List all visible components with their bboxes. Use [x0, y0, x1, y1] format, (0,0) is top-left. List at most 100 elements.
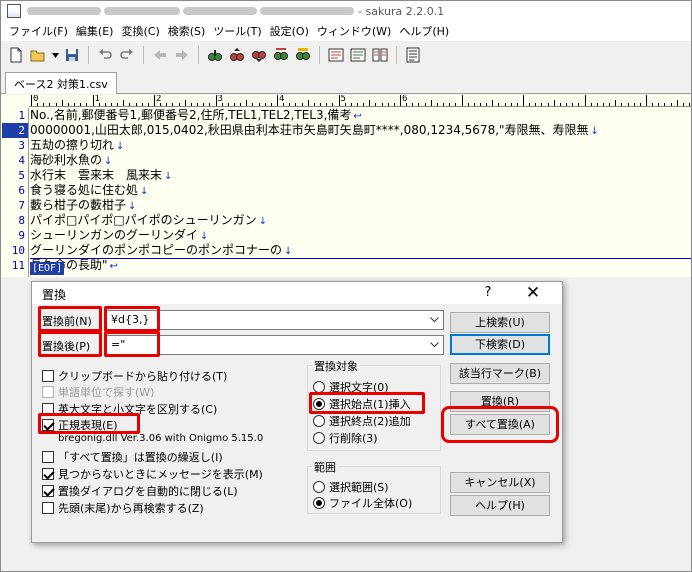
ruler-tick	[356, 103, 358, 106]
ruler-tick	[566, 103, 568, 106]
menu-search[interactable]: 検索(S)	[164, 23, 210, 39]
ruler-tick	[578, 103, 580, 106]
compare-icon[interactable]	[371, 46, 389, 64]
replace-button[interactable]: 置換(R)	[450, 391, 550, 412]
save-icon[interactable]	[63, 46, 81, 64]
chevron-down-icon[interactable]	[427, 312, 441, 328]
search-up-button[interactable]: 上検索(U)	[450, 312, 550, 333]
open-folder-icon[interactable]	[29, 46, 47, 64]
text-line[interactable]: パイポ□パイポ□パイポのシューリンガン ↓	[30, 213, 267, 228]
ruler-tick	[529, 103, 531, 106]
redo-icon[interactable]	[118, 46, 136, 64]
match-case-checkbox[interactable]: 英大文字と小文字を区別する(C)	[42, 401, 217, 417]
jump-forward-icon[interactable]	[173, 46, 191, 64]
tab-current-file[interactable]: ベース2 対策1.csv	[5, 72, 117, 94]
ruler-tick	[633, 103, 635, 106]
target-selected-text-radio[interactable]: 選択文字(0)	[313, 379, 389, 395]
text-line[interactable]: No.,名前,郵便番号1,郵便番号2,住所,TEL1,TEL2,TEL3,備考 ↩	[30, 108, 362, 123]
jump-back-icon[interactable]	[151, 46, 169, 64]
crlf-mark: ↩	[109, 261, 118, 272]
ruler-tick	[584, 95, 586, 106]
ruler-tick	[682, 103, 684, 106]
menu-edit[interactable]: 編集(E)	[72, 23, 118, 39]
text-line[interactable]: シューリンガンのグーリンダイ ↓	[30, 228, 208, 243]
ruler-tick	[166, 103, 168, 106]
menu-file[interactable]: ファイル(F)	[5, 23, 72, 39]
ruler-tick	[652, 103, 654, 106]
window-list-icon[interactable]	[404, 46, 422, 64]
target-delete-line-radio[interactable]: 行削除(3)	[313, 430, 378, 446]
regex-checkbox[interactable]: 正規表現(E)	[42, 417, 118, 433]
search-next-icon[interactable]	[250, 46, 268, 64]
ruler-tick	[326, 103, 328, 106]
help-button[interactable]: ヘルプ(H)	[450, 495, 550, 516]
ruler-number: 4	[279, 95, 285, 104]
toolbar	[1, 41, 691, 69]
menu-settings[interactable]: 設定(O)	[266, 23, 313, 39]
menu-tools[interactable]: ツール(T)	[209, 23, 265, 39]
menu-help[interactable]: ヘルプ(H)	[395, 23, 453, 39]
text-line[interactable]: 五劫の擦り切れ ↓	[30, 138, 124, 153]
find-combobox[interactable]: ¥d{3,}	[106, 310, 444, 330]
ruler-tick	[252, 103, 254, 106]
text-editor[interactable]: 0123456 1 2 3 4 5 6 7 8 9 10 11 No.,名前,郵…	[1, 95, 691, 277]
help-icon[interactable]: ?	[478, 285, 498, 300]
ruler-tick	[443, 103, 445, 106]
ruler-tick	[430, 100, 432, 106]
blurred-file-path	[27, 7, 101, 15]
ruler-tick	[74, 103, 76, 106]
ruler-tick	[400, 95, 401, 106]
grep-icon[interactable]	[327, 46, 345, 64]
cancel-button[interactable]: キャンセル(X)	[450, 472, 550, 493]
ruler-tick	[215, 95, 217, 106]
new-file-icon[interactable]	[7, 46, 25, 64]
mark-matches-button[interactable]: 該当行マーク(B)	[450, 363, 550, 384]
replace-all-button[interactable]: すべて置換(A)	[450, 414, 550, 435]
ruler-tick	[203, 103, 205, 106]
grep-replace-icon[interactable]	[349, 46, 367, 64]
line-number-gutter: 1 2 3 4 5 6 7 8 9 10 11	[1, 108, 29, 277]
line-number: 4	[18, 154, 25, 167]
search-down-button[interactable]: 下検索(D)	[450, 334, 550, 355]
ruler-tick	[61, 100, 63, 106]
dropdown-arrow-icon[interactable]	[51, 46, 59, 64]
target-insert-at-start-radio[interactable]: 選択始点(1)挿入	[313, 396, 411, 412]
range-whole-file-radio[interactable]: ファイル全体(O)	[313, 495, 412, 511]
menu-convert[interactable]: 変換(C)	[117, 23, 163, 39]
replace-combobox[interactable]: ="	[106, 335, 444, 355]
highlight-icon[interactable]	[294, 46, 312, 64]
ruler-tick	[363, 103, 365, 106]
search-prev-icon[interactable]	[228, 46, 246, 64]
paste-from-clipboard-checkbox[interactable]: クリップボードから貼り付ける(T)	[42, 368, 227, 384]
text-line[interactable]: 食う寝る処に住む処 ↓	[30, 183, 148, 198]
toolbar-separator	[319, 46, 320, 64]
chevron-down-icon[interactable]	[427, 337, 441, 353]
close-icon[interactable]: ✕	[522, 283, 544, 303]
replace-all-repeat-checkbox[interactable]: 「すべて置換」は置換の繰返し(I)	[42, 449, 223, 465]
ruler-tick	[117, 103, 119, 106]
ruler-tick	[523, 95, 524, 106]
search-icon[interactable]	[206, 46, 224, 64]
wrap-search-checkbox[interactable]: 先頭(末尾)から再検索する(Z)	[42, 500, 204, 516]
ruler-tick	[615, 100, 617, 106]
lf-mark: ↓	[284, 246, 293, 257]
ruler-tick	[602, 103, 604, 106]
ruler-tick	[313, 103, 315, 106]
replace-icon[interactable]	[272, 46, 290, 64]
text-line[interactable]: 海砂利水魚の ↓	[30, 153, 112, 168]
text-line[interactable]: 水行末 雲来末 風来末 ↓	[30, 168, 172, 183]
find-value: ¥d{3,}	[111, 313, 150, 326]
ruler-tick	[664, 103, 666, 106]
text-line[interactable]: グーリンダイのポンポコピーのポンポコナーの ↓	[30, 243, 292, 258]
range-selection-radio[interactable]: 選択範囲(S)	[313, 479, 389, 495]
auto-close-dialog-checkbox[interactable]: 置換ダイアログを自動的に閉じる(L)	[42, 483, 238, 499]
show-not-found-message-checkbox[interactable]: 見つからないときにメッセージを表示(M)	[42, 466, 263, 482]
text-line[interactable]: 00000001,山田太郎,015,0402,秋田県由利本荘市矢島町矢島町***…	[30, 123, 599, 138]
replace-dialog: 置換 ? ✕ 置換前(N) ¥d{3,} 置換後(P) =" 上検索(U) 下検…	[31, 281, 563, 543]
text-line[interactable]: 藪ら柑子の藪柑子 ↓	[30, 198, 136, 213]
undo-icon[interactable]	[96, 46, 114, 64]
tab-strip: ベース2 対策1.csv	[1, 70, 691, 94]
target-append-at-end-radio[interactable]: 選択終点(2)追加	[313, 413, 411, 429]
menu-window[interactable]: ウィンドウ(W)	[313, 23, 395, 39]
ruler-tick	[270, 103, 272, 106]
